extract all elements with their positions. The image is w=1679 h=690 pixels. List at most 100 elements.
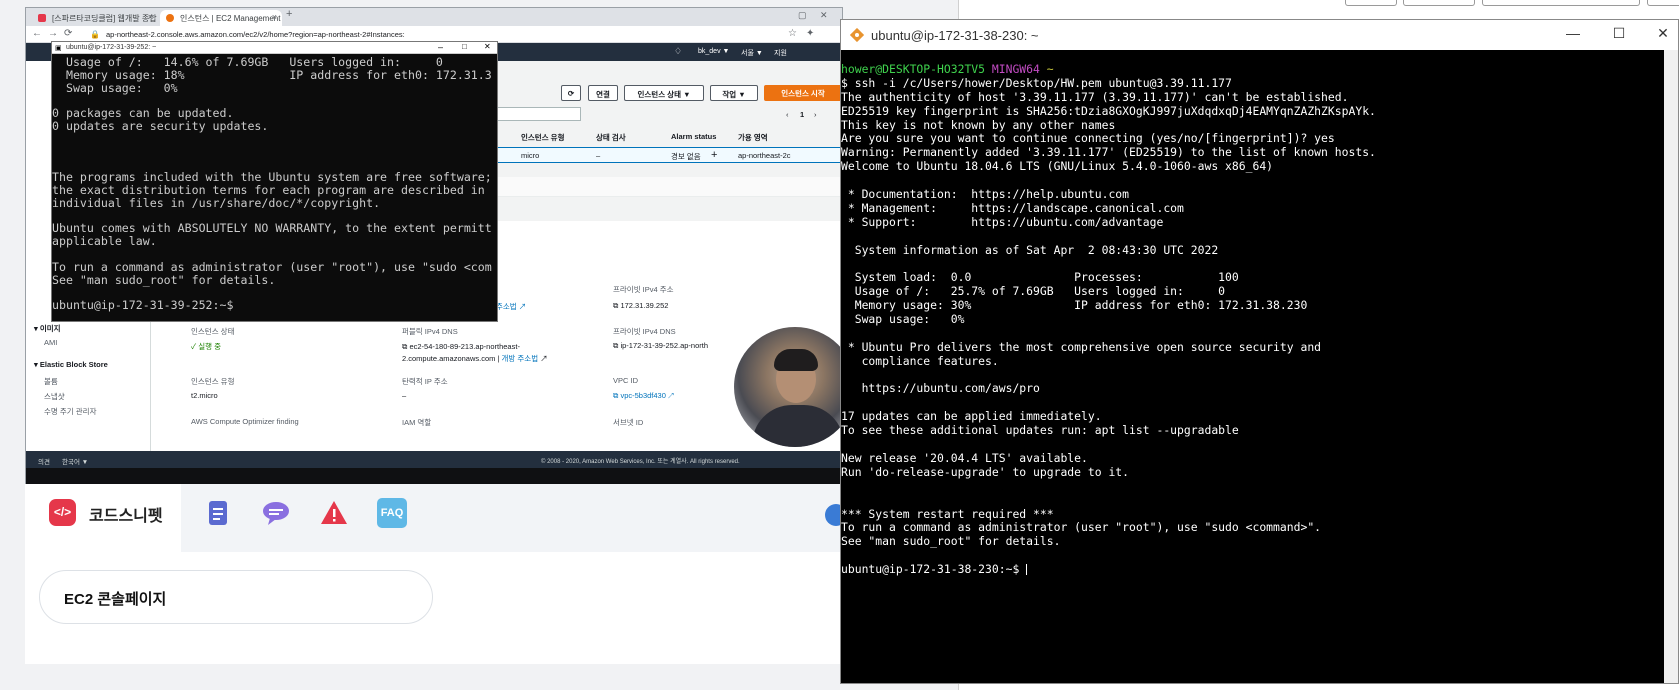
background-button[interactable] [1403, 0, 1475, 6]
bell-icon[interactable]: ♢ [674, 46, 682, 57]
background-button[interactable] [1482, 0, 1640, 6]
new-tab-icon[interactable]: + [286, 8, 292, 20]
close-icon[interactable]: ✕ [1653, 25, 1673, 42]
back-icon[interactable]: ← [32, 28, 42, 39]
browser-tab[interactable]: [스파르타코딩클럽] 웹개발 종합 × [32, 10, 158, 26]
minimize-icon[interactable]: – [438, 42, 443, 52]
background-button[interactable] [1647, 0, 1679, 6]
instance-type-label: 인스턴스 유형 [191, 377, 235, 386]
ec2-console-card[interactable]: EC2 콘솔페이지 [39, 570, 433, 624]
open-address-link-1[interactable]: 주소법 ↗ [496, 301, 526, 312]
url-field[interactable]: ap-northeast-2.console.aws.amazon.com/ec… [106, 30, 405, 39]
codesnippet-header: </> 코드스니펫 FAQ [25, 484, 847, 552]
scrollbar[interactable] [1664, 50, 1678, 683]
terminal-line: * Ubuntu Pro delivers the most comprehen… [841, 339, 1322, 354]
column-alarm-status[interactable]: Alarm status [671, 132, 716, 141]
elastic-ip-value: – [402, 391, 407, 400]
private-dns-value: ⧉ ip-172-31-39-252.ap-north [613, 341, 709, 350]
close-icon[interactable]: × [148, 12, 153, 22]
restore-icon[interactable]: ▢ [798, 10, 807, 21]
terminal-line: Memory usage: 18% IP address for eth0: 1… [52, 67, 492, 82]
support-menu[interactable]: 지원 [774, 48, 787, 58]
tab-label: 인스턴스 | EC2 Management Co [180, 14, 282, 23]
terminal-line: Run 'do-release-upgrade' to upgrade to i… [841, 464, 1130, 479]
sidebar-section-ebs[interactable]: ▾ Elastic Block Store [34, 360, 108, 369]
region-menu[interactable]: 서울 ▼ [741, 48, 763, 58]
sidebar-item-lifecycle[interactable]: 수명 주기 관리자 [44, 406, 96, 417]
sidebar-item-ami[interactable]: AMI [44, 338, 57, 347]
account-menu[interactable]: bk_dev ▼ [698, 48, 729, 55]
feedback-link[interactable]: 의견 [38, 456, 50, 466]
dark-bar [26, 468, 842, 484]
terminal-line: See "man sudo_root" for details. [52, 272, 276, 287]
refresh-button[interactable]: ⟳ [561, 85, 581, 101]
actions-button[interactable]: 작업 ▼ [710, 85, 758, 101]
next-page-icon[interactable]: › [814, 110, 817, 119]
background-button[interactable] [1345, 0, 1397, 6]
codesnippet-title: 코드스니펫 [89, 508, 163, 525]
connect-button[interactable]: 연결 [588, 85, 618, 101]
terminal-line: To run a command as administrator (user … [841, 520, 1322, 535]
terminal-output[interactable]: hower@DESKTOP-HO32TV5 MINGW64 ~ $ ssh -i… [841, 50, 1664, 683]
terminal-title: ubuntu@ip-172-31-38-230: ~ [871, 28, 1039, 43]
column-status-check[interactable]: 상태 검사 [596, 132, 626, 143]
ubuntu-terminal-small[interactable]: ▣ ubuntu@ip-172-31-39-252: ~ – □ ✕ Usage… [51, 41, 498, 322]
page-number[interactable]: 1 [800, 110, 804, 119]
vpc-link[interactable]: ⧉ vpc-5b3df430 ↗ [613, 391, 674, 401]
faq-icon[interactable]: FAQ [377, 498, 407, 528]
sidebar-item-snapshots[interactable]: 스냅샷 [44, 391, 65, 402]
minimize-icon[interactable]: — [1563, 25, 1583, 41]
add-alarm-icon[interactable]: + [711, 149, 717, 161]
terminal-line: * Support: https://ubuntu.com/advantage [841, 214, 1164, 229]
optimizer-label: AWS Compute Optimizer finding [191, 417, 299, 426]
instance-type-value: t2.micro [191, 391, 218, 400]
document-icon[interactable] [203, 498, 233, 528]
public-dns-label: 퍼블릭 IPv4 DNS [402, 327, 458, 336]
reload-icon[interactable]: ⟳ [64, 28, 72, 39]
browser-tab-active[interactable]: 인스턴스 | EC2 Management Co × [160, 10, 282, 26]
terminal-line: Are you sure you want to continue connec… [841, 131, 1335, 146]
terminal-line: To run a command as administrator (user … [52, 259, 492, 274]
column-availability-zone[interactable]: 가용 영역 [738, 132, 768, 143]
copyright-text: © 2008 - 2020, Amazon Web Services, Inc.… [541, 459, 740, 465]
webcam-video [734, 327, 856, 447]
forward-icon[interactable]: → [48, 28, 58, 39]
chat-icon[interactable] [261, 498, 291, 528]
sidebar-item-volumes[interactable]: 볼륨 [44, 376, 58, 387]
maximize-icon[interactable]: □ [462, 42, 467, 51]
open-address-link-2[interactable]: 개방 주소법 [502, 354, 539, 363]
language-select[interactable]: 한국어 ▼ [62, 456, 88, 466]
terminal-prompt-header: hower@DESKTOP-HO32TV5 MINGW64 ~ [841, 62, 1054, 76]
iam-label: IAM 역할 [402, 418, 432, 427]
gitbash-terminal[interactable]: ubuntu@ip-172-31-38-230: ~ — ☐ ✕ hower@D… [840, 19, 1679, 684]
warning-icon[interactable] [319, 498, 349, 528]
close-icon[interactable]: ✕ [484, 42, 491, 51]
instance-state-button[interactable]: 인스턴스 상태 ▼ [624, 85, 704, 101]
star-icon[interactable]: ☆ [788, 28, 797, 39]
codesnippet-tab[interactable]: </> 코드스니펫 [25, 484, 181, 552]
column-instance-type[interactable]: 인스턴스 유형 [521, 132, 564, 143]
gitbash-icon [850, 28, 864, 42]
terminal-prompt[interactable]: ubuntu@ip-172-31-38-230:~$ [841, 562, 1664, 577]
text-cursor [1026, 564, 1028, 576]
sidebar-section-images[interactable]: ▾ 이미지 [34, 323, 61, 334]
close-icon[interactable]: × [272, 12, 277, 22]
close-window-icon[interactable]: ✕ [820, 10, 828, 21]
private-ipv4-label: 프라이빗 IPv4 주소 [613, 285, 674, 294]
terminal-output[interactable]: Usage of /: 14.6% of 7.69GB Users logged… [52, 54, 497, 321]
extensions-icon[interactable]: ✦ [806, 28, 814, 39]
prev-page-icon[interactable]: ‹ [786, 110, 789, 119]
maximize-icon[interactable]: ☐ [1609, 25, 1629, 42]
launch-instance-button[interactable]: 인스턴스 시작 [764, 85, 842, 101]
terminal-line: Memory usage: 30% IP address for eth0: 1… [841, 298, 1308, 313]
instance-state-label: 인스턴스 상태 [191, 327, 235, 336]
terminal-line: System information as of Sat Apr 2 08:43… [841, 242, 1219, 257]
cell-alarm-status: 경보 없음 [671, 152, 701, 161]
